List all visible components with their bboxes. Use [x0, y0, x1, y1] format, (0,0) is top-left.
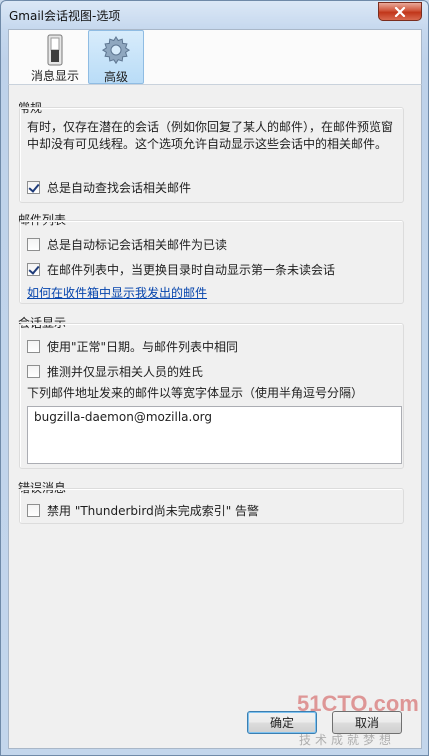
general-description: 有时，仅存在潜在的会话（例如你回复了某人的邮件），在邮件预览窗中却没有可见线程。…: [27, 120, 394, 151]
tab-label: 高级: [103, 70, 128, 84]
disable-warning-option[interactable]: 禁用 "Thunderbird尚未完成索引" 告警: [27, 502, 259, 519]
show-sent-mail-link[interactable]: 如何在收件箱中显示我发出的邮件: [27, 284, 207, 301]
normal-date-option[interactable]: 使用"正常"日期。与邮件列表中相同: [27, 338, 238, 355]
auto-find-checkbox[interactable]: [27, 181, 40, 194]
auto-mark-checkbox[interactable]: [27, 238, 40, 251]
options-window: Gmail会话视图-选项 消息显示 高级 常规 有时，仅存在潜在的会话（例如你回…: [0, 0, 429, 756]
tab-advanced[interactable]: 高级: [88, 30, 144, 84]
tab-label: 消息显示: [30, 69, 79, 83]
monospace-label: 下列邮件地址发来的邮件以等宽字体显示（使用半角逗号分隔）: [27, 386, 364, 400]
auto-show-first-checkbox[interactable]: [27, 263, 40, 276]
auto-find-option[interactable]: 总是自动查找会话相关邮件: [27, 179, 191, 196]
auto-mark-label: 总是自动标记会话相关邮件为已读: [47, 238, 228, 252]
auto-show-first-label: 在邮件列表中，当更换目录时自动显示第一条未读会话: [47, 263, 336, 277]
gear-icon: [101, 36, 131, 65]
guess-names-label: 推测并仅显示相关人员的姓氏: [47, 365, 204, 379]
close-icon: [394, 6, 406, 17]
monospace-addresses-input[interactable]: bugzilla-daemon@mozilla.org: [27, 406, 402, 464]
auto-show-first-option[interactable]: 在邮件列表中，当更换目录时自动显示第一条未读会话: [27, 261, 335, 278]
normal-date-label: 使用"正常"日期。与邮件列表中相同: [47, 340, 239, 354]
guess-names-option[interactable]: 推测并仅显示相关人员的姓氏: [27, 363, 203, 380]
tab-message-display[interactable]: 消息显示: [25, 30, 85, 84]
close-button[interactable]: [378, 2, 422, 21]
guess-names-checkbox[interactable]: [27, 365, 40, 378]
monospace-addresses-value: bugzilla-daemon@mozilla.org: [34, 410, 212, 424]
disable-warning-checkbox[interactable]: [27, 504, 40, 517]
disable-warning-label: 禁用 "Thunderbird尚未完成索引" 告警: [47, 504, 260, 518]
watermark-slogan: 技术成就梦想: [299, 733, 396, 747]
normal-date-checkbox[interactable]: [27, 340, 40, 353]
switch-icon: [47, 34, 63, 66]
auto-find-label: 总是自动查找会话相关邮件: [47, 181, 192, 195]
auto-mark-option[interactable]: 总是自动标记会话相关邮件为已读: [27, 236, 227, 253]
tab-toolbar: 消息显示 高级: [8, 29, 422, 85]
window-title: Gmail会话视图-选项: [9, 9, 121, 23]
title-bar[interactable]: Gmail会话视图-选项: [1, 1, 428, 29]
